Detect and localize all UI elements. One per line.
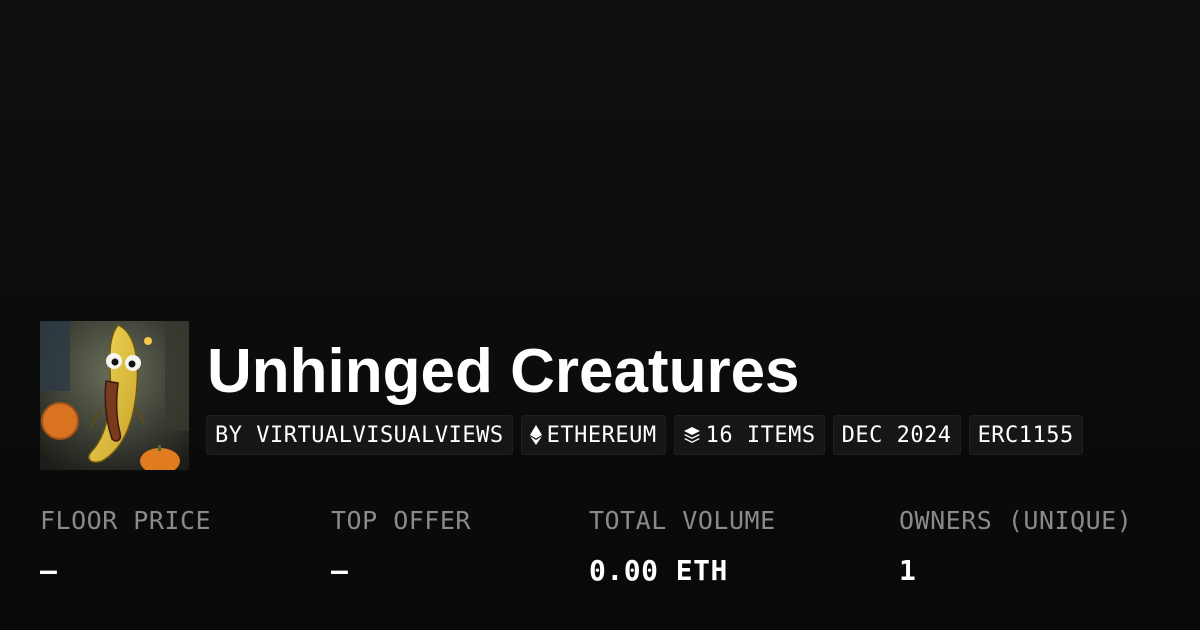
creator-tag[interactable]: BY VIRTUALVISUALVIEWS — [206, 415, 513, 455]
collection-tags: BY VIRTUALVISUALVIEWS ETHEREUM 16 ITEMS … — [206, 415, 1083, 455]
date-tag: DEC 2024 — [832, 415, 961, 455]
collection-image — [40, 321, 189, 470]
standard-label: ERC1155 — [977, 422, 1074, 448]
layers-icon — [683, 426, 701, 444]
chain-tag[interactable]: ETHEREUM — [520, 415, 666, 455]
stat-label: OWNERS (UNIQUE) — [899, 506, 1133, 535]
date-label: DEC 2024 — [841, 422, 952, 448]
stat-value: 0.00 ETH — [589, 554, 728, 587]
stat-label: FLOOR PRICE — [40, 506, 212, 535]
stat-value: – — [331, 554, 349, 587]
standard-tag: ERC1155 — [968, 415, 1083, 455]
ethereum-icon — [529, 425, 542, 445]
chain-label: ETHEREUM — [546, 422, 657, 448]
stat-total-volume: TOTAL VOLUME 0.00 ETH — [589, 504, 776, 588]
items-count-label: 16 ITEMS — [705, 422, 816, 448]
stat-value: 1 — [899, 554, 917, 587]
stat-label: TOTAL VOLUME — [589, 506, 776, 535]
collection-title: Unhinged Creatures — [207, 337, 800, 406]
stat-floor-price: FLOOR PRICE – — [40, 504, 211, 588]
stat-owners: OWNERS (UNIQUE) 1 — [899, 504, 1132, 588]
items-count-tag[interactable]: 16 ITEMS — [673, 415, 825, 455]
creator-label: BY VIRTUALVISUALVIEWS — [215, 422, 504, 448]
stat-label: TOP OFFER — [331, 506, 471, 535]
stat-value: – — [40, 554, 58, 587]
stat-top-offer: TOP OFFER – — [331, 504, 471, 588]
